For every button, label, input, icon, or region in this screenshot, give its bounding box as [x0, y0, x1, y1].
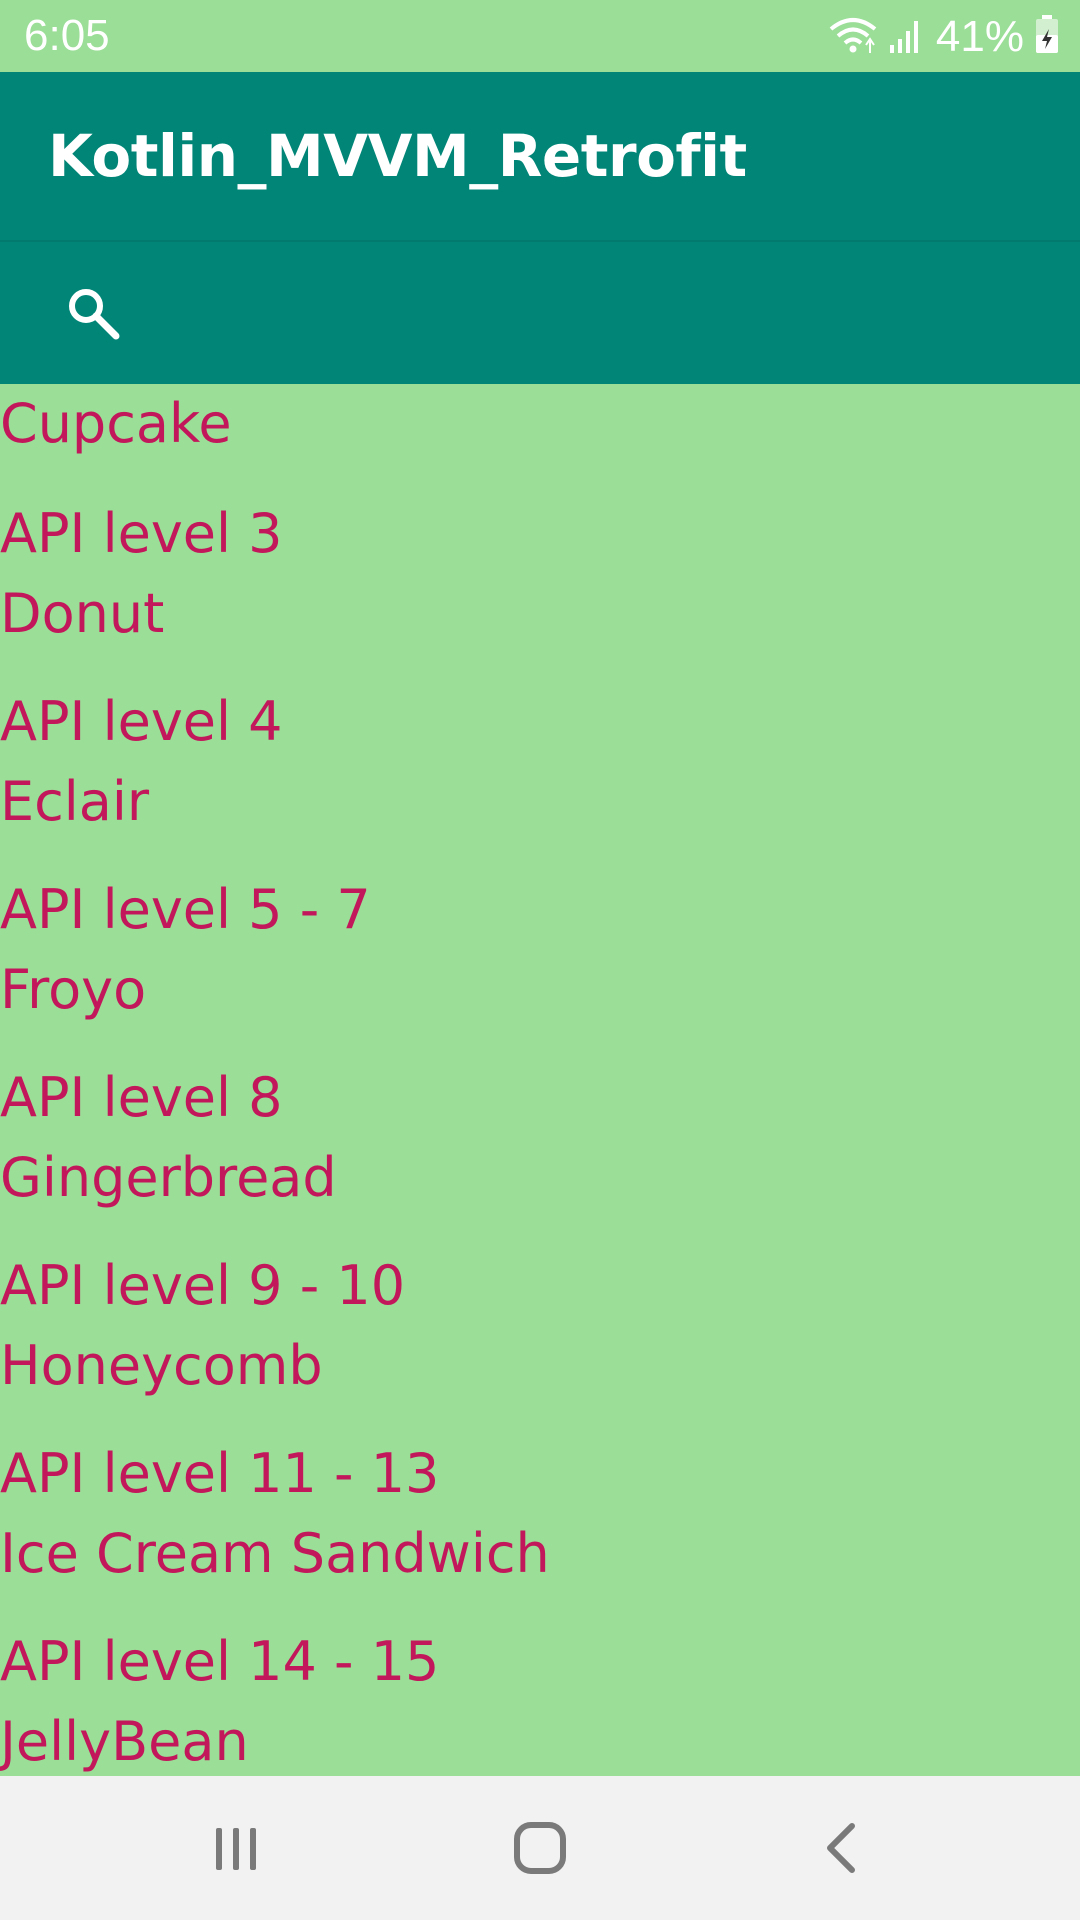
list-item[interactable]: API level 9 - 10 Honeycomb — [0, 1246, 1080, 1406]
back-icon[interactable] — [800, 1812, 880, 1884]
list-item[interactable]: API level 4 Eclair — [0, 682, 1080, 842]
item-api-level: API level 3 — [0, 502, 283, 565]
item-name: JellyBean — [0, 1710, 249, 1773]
item-name: Cupcake — [0, 392, 232, 455]
item-name: Gingerbread — [0, 1146, 337, 1209]
item-name: Donut — [0, 582, 165, 645]
item-name: Honeycomb — [0, 1334, 323, 1397]
item-api-level: API level 4 — [0, 690, 283, 753]
item-api-level: API level 14 - 15 — [0, 1630, 440, 1693]
signal-icon — [888, 15, 922, 60]
item-name: Froyo — [0, 958, 147, 1021]
item-name: Eclair — [0, 770, 150, 833]
recents-icon[interactable] — [196, 1812, 276, 1884]
wifi-icon — [828, 15, 878, 60]
list-item[interactable]: Cupcake — [0, 384, 1080, 464]
list-item[interactable]: API level 11 - 13 Ice Cream Sandwich — [0, 1434, 1080, 1594]
app-bar: Kotlin_MVVM_Retrofit — [0, 72, 1080, 240]
app-title: Kotlin_MVVM_Retrofit — [48, 122, 747, 190]
list-item[interactable]: API level 5 - 7 Froyo — [0, 870, 1080, 1030]
battery-charging-icon — [1034, 14, 1060, 60]
screen: 6:05 41% Kotlin_MVVM_Retrofit Cupcake AP… — [0, 0, 1080, 1920]
search-bar[interactable] — [0, 240, 1080, 384]
item-name: Ice Cream Sandwich — [0, 1522, 550, 1585]
status-time: 6:05 — [24, 11, 110, 60]
navigation-bar — [0, 1776, 1080, 1920]
list-item[interactable]: API level 14 - 15 JellyBean — [0, 1622, 1080, 1776]
item-api-level: API level 8 — [0, 1066, 283, 1129]
item-api-level: API level 5 - 7 — [0, 878, 371, 941]
list-item[interactable]: API level 3 Donut — [0, 494, 1080, 654]
home-icon[interactable] — [500, 1812, 580, 1884]
version-list: Cupcake API level 3 Donut API level 4 Ec… — [0, 384, 1080, 1776]
status-icons: 41% — [818, 12, 1060, 62]
battery-percent: 41% — [935, 12, 1024, 61]
item-api-level: API level 9 - 10 — [0, 1254, 406, 1317]
search-icon[interactable] — [62, 282, 126, 346]
item-api-level: API level 11 - 13 — [0, 1442, 440, 1505]
status-bar: 6:05 41% — [0, 0, 1080, 72]
list-item[interactable]: API level 8 Gingerbread — [0, 1058, 1080, 1218]
